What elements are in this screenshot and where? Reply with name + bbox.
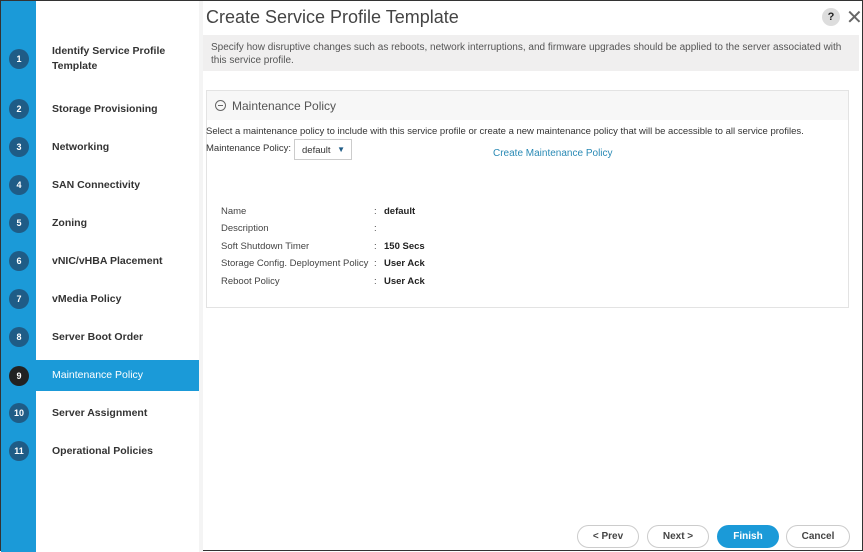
next-button[interactable]: Next > xyxy=(647,525,709,548)
step-label: Operational Policies xyxy=(52,444,153,457)
step-networking[interactable]: 3 Networking xyxy=(1,131,199,163)
step-label: Zoning xyxy=(52,216,87,229)
step-operational-policies[interactable]: 11 Operational Policies xyxy=(1,435,199,467)
step-number: 6 xyxy=(9,251,29,271)
divider xyxy=(199,1,203,552)
finish-button[interactable]: Finish xyxy=(717,525,779,548)
prev-button[interactable]: < Prev xyxy=(577,525,639,548)
detail-value: User Ack xyxy=(384,258,425,269)
step-vmedia-policy[interactable]: 7 vMedia Policy xyxy=(1,283,199,315)
step-label: Maintenance Policy xyxy=(52,369,144,381)
panel-intro: Select a maintenance policy to include w… xyxy=(206,126,804,137)
select-value: default xyxy=(302,145,331,156)
step-san-connectivity[interactable]: 4 SAN Connectivity xyxy=(1,169,199,201)
step-description: Specify how disruptive changes such as r… xyxy=(203,35,859,71)
detail-value: User Ack xyxy=(384,276,425,287)
separator: : xyxy=(374,258,377,269)
detail-key: Description xyxy=(221,223,269,234)
step-label: Server Boot Order xyxy=(52,330,144,343)
step-server-assignment[interactable]: 10 Server Assignment xyxy=(1,397,199,429)
separator: : xyxy=(374,241,377,252)
step-identify-service-profile-template[interactable]: 1 Identify Service Profile Template xyxy=(1,42,199,76)
policy-label: Maintenance Policy: xyxy=(206,143,292,154)
step-zoning[interactable]: 5 Zoning xyxy=(1,207,199,239)
step-label: Networking xyxy=(52,140,110,153)
detail-key: Storage Config. Deployment Policy xyxy=(221,258,369,269)
step-maintenance-policy[interactable]: 9 Maintenance Policy xyxy=(1,360,199,391)
step-label: Server Assignment xyxy=(52,406,148,419)
collapse-icon[interactable] xyxy=(215,100,226,111)
dialog-title: Create Service Profile Template xyxy=(206,7,459,27)
step-number: 2 xyxy=(9,99,29,119)
dropdown-arrow-icon: ▼ xyxy=(337,145,345,154)
step-number: 10 xyxy=(9,403,29,423)
step-label: vMedia Policy xyxy=(52,292,122,305)
step-storage-provisioning[interactable]: 2 Storage Provisioning xyxy=(1,93,199,125)
step-number: 9 xyxy=(9,365,29,386)
step-number: 1 xyxy=(9,49,29,69)
help-icon[interactable]: ? xyxy=(822,8,840,26)
detail-key: Reboot Policy xyxy=(221,276,280,287)
step-number: 7 xyxy=(9,289,29,309)
step-number: 3 xyxy=(9,137,29,157)
create-maintenance-policy-link[interactable]: Create Maintenance Policy xyxy=(493,148,613,159)
step-number: 4 xyxy=(9,175,29,195)
detail-value: 150 Secs xyxy=(384,241,425,252)
step-server-boot-order[interactable]: 8 Server Boot Order xyxy=(1,321,199,353)
panel-header[interactable]: Maintenance Policy xyxy=(207,91,848,120)
cancel-button[interactable]: Cancel xyxy=(786,525,850,548)
step-label: SAN Connectivity xyxy=(52,178,141,191)
detail-key: Name xyxy=(221,206,247,217)
step-number: 8 xyxy=(9,327,29,347)
step-label: Storage Provisioning xyxy=(52,102,158,115)
step-label: vNIC/vHBA Placement xyxy=(52,254,163,267)
step-vnic-vhba-placement[interactable]: 6 vNIC/vHBA Placement xyxy=(1,245,199,277)
detail-key: Soft Shutdown Timer xyxy=(221,241,310,252)
step-number: 5 xyxy=(9,213,29,233)
separator: : xyxy=(374,206,377,217)
separator: : xyxy=(374,223,377,234)
detail-value: default xyxy=(384,206,416,217)
separator: : xyxy=(374,276,377,287)
close-icon[interactable]: ✕ xyxy=(846,5,863,30)
panel-title: Maintenance Policy xyxy=(232,98,337,113)
step-label: Identify Service Profile Template xyxy=(52,45,166,72)
maintenance-policy-select[interactable]: default ▼ xyxy=(294,139,352,160)
step-number: 11 xyxy=(9,441,29,461)
